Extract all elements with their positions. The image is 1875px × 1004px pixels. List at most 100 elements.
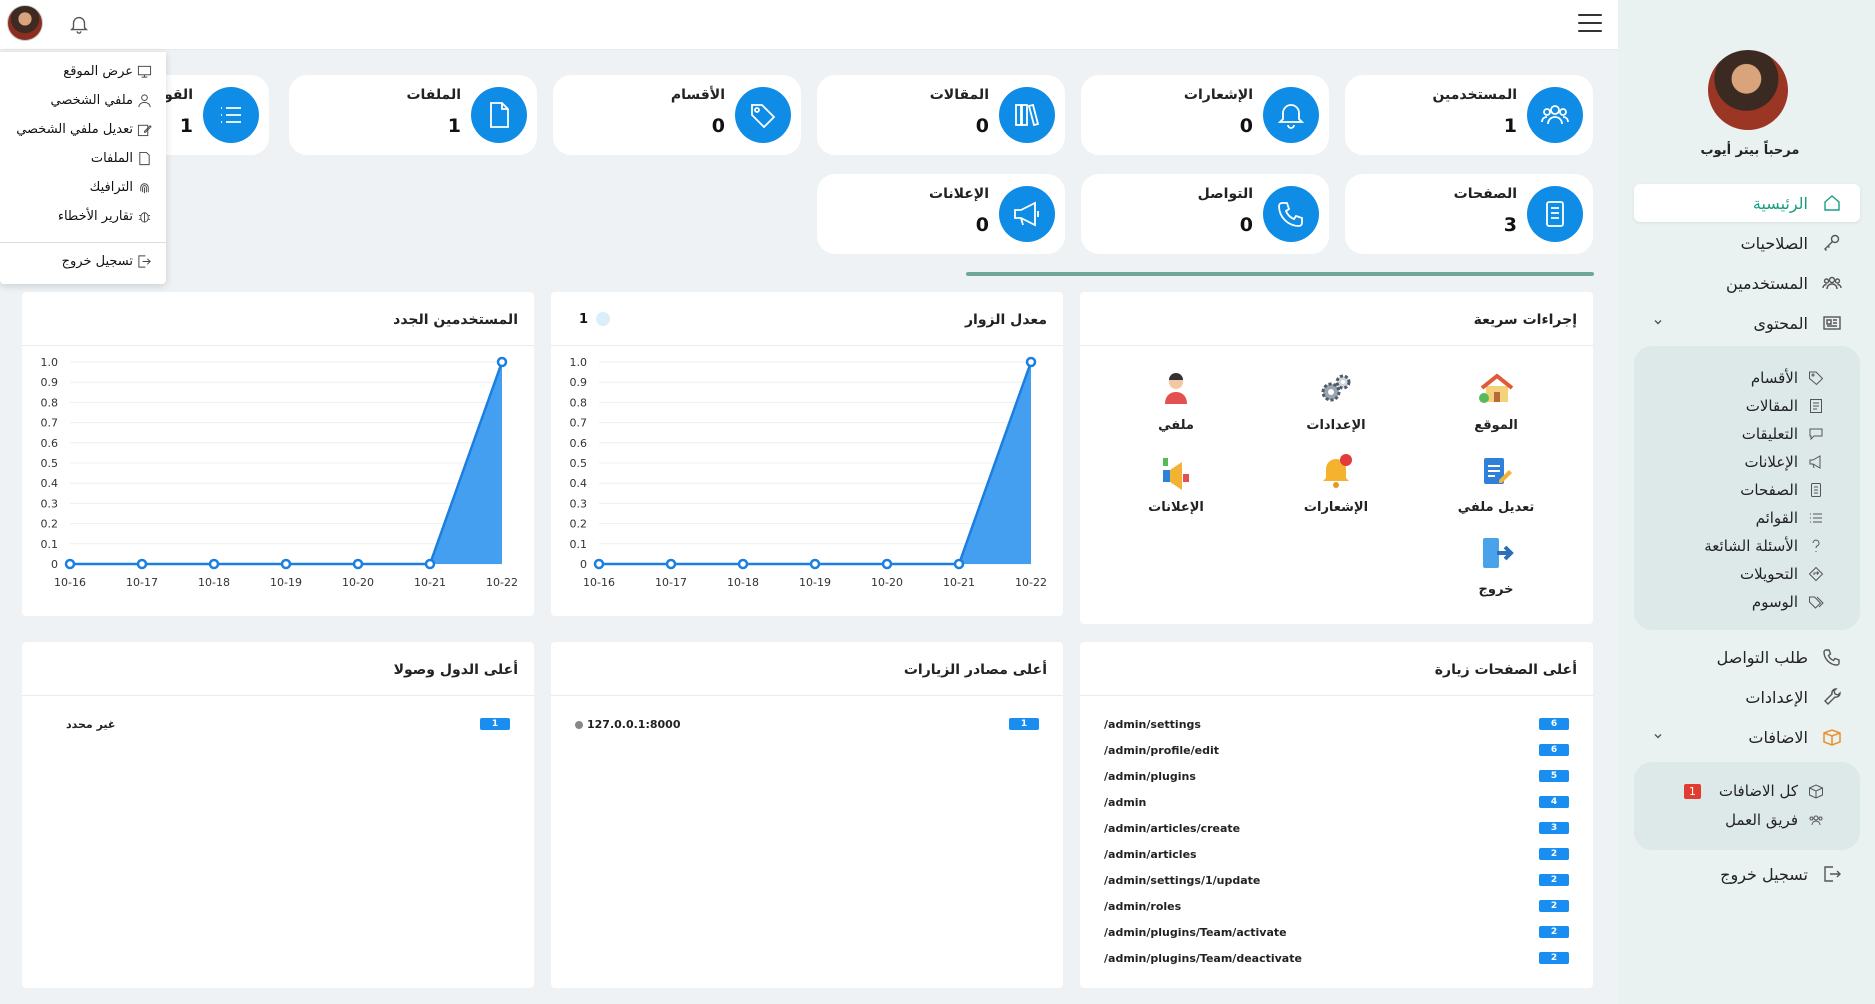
menu-error-reports[interactable]: تقارير الأخطاء [58,209,152,224]
count-badge: 3 [1539,822,1569,834]
user-avatar[interactable] [7,5,43,41]
sidebar-item-label: المقالات [1745,397,1798,415]
house-icon [1479,373,1514,403]
panel-title: أعلى مصادر الزيارات [903,662,1047,678]
pages-icon [1811,483,1821,497]
stat-card-articles[interactable]: المقالات 0 [817,75,1065,155]
plugins-submenu [1634,762,1860,850]
file-icon [490,102,509,128]
y-tick-label: 1.0 [41,356,59,369]
sidebar-item-users[interactable]: المستخدمين [1634,264,1860,302]
stat-title: المستخدمين [1432,87,1517,103]
menu-files[interactable]: الملفات [91,151,152,166]
quick-action-site[interactable]: الموقع [1446,368,1546,433]
sidebar-sub-articles[interactable]: المقالات [1634,393,1860,419]
page-path: /admin [1104,795,1147,809]
top-countries-panel: أعلى الدول وصولا غير محدد 1 [22,642,534,988]
quick-action-label: خروج [1478,582,1514,597]
redirect-icon [1808,566,1824,582]
sidebar-sub-comments[interactable]: التعليقات [1634,421,1860,447]
data-point [737,558,749,570]
menu-view-site[interactable]: عرض الموقع [63,64,152,79]
page-path: /admin/plugins [1104,769,1196,783]
quick-action-label: الإشعارات [1303,500,1369,515]
sidebar-item-content[interactable]: المحتوى [1634,304,1860,342]
y-tick-label: 0.4 [41,477,59,490]
profile-avatar [1708,50,1788,130]
sidebar-item-roles[interactable]: الصلاحيات [1634,224,1860,262]
quick-action-edit-profile[interactable]: تعديل ملفي [1446,450,1546,515]
y-tick-label: 0 [580,558,587,571]
count-badge: 2 [1539,874,1569,886]
key-icon [1824,234,1840,251]
list-icon [1810,513,1822,523]
chevron-down-icon [1654,734,1662,739]
data-point [665,558,677,570]
x-tick-label: 10-22 [1015,576,1047,589]
sidebar-sub-redirects[interactable]: التحويلات [1634,561,1860,587]
stat-value: 1 [447,115,461,137]
stat-card-files[interactable]: الملفات 1 [289,75,537,155]
count-badge: 6 [1539,718,1569,730]
page-path: /admin/plugins/Team/deactivate [1104,951,1302,965]
panel-title: أعلى الدول وصولا [393,662,518,678]
box-icon [1809,784,1823,799]
sidebar-sub-menus[interactable]: القوائم [1634,505,1860,531]
country-label: غير محدد [66,717,116,731]
link-icon [575,720,583,729]
newspaper-icon [1823,316,1841,330]
sidebar-item-contact[interactable]: طلب التواصل [1634,638,1860,676]
stat-card-pages[interactable]: الصفحات 3 [1345,174,1593,254]
menu-my-profile[interactable]: ملفي الشخصي [51,93,152,108]
sidebar-item-settings[interactable]: الإعدادات [1634,678,1860,716]
table-row: /admin/plugins 5 [1104,764,1569,788]
menu-logout[interactable]: تسجيل خروج [62,254,152,269]
bell-icon[interactable] [68,12,90,36]
panel-title: أعلى الصفحات زيارة [1434,662,1577,678]
quick-action-exit[interactable]: خروج [1446,532,1546,597]
sidebar-sub-team[interactable]: فريق العمل [1634,807,1860,833]
quick-action-profile[interactable]: ملفي [1126,368,1226,433]
sidebar-sub-tags[interactable]: الوسوم [1634,589,1860,615]
table-row: 127.0.0.1:8000 1 [575,712,1039,736]
bug-icon [138,212,151,223]
page-path: /admin/profile/edit [1104,743,1220,757]
menu-traffic[interactable]: الترافيك [90,180,152,195]
sidebar-sub-ads[interactable]: الإعلانات [1634,449,1860,475]
stat-card-contact[interactable]: التواصل 0 [1081,174,1329,254]
sidebar-item-label: الصفحات [1740,481,1798,499]
page-path: /admin/roles [1104,899,1182,913]
question-icon [1812,539,1820,552]
tag-icon [1809,371,1824,386]
stat-card-notifications[interactable]: الإشعارات 0 [1081,75,1329,155]
stat-value: 3 [1503,214,1517,236]
menu-edit-profile[interactable]: تعديل ملفي الشخصي [16,122,152,137]
welcome-text: مرحباً بيتر أيوب [1700,143,1800,158]
sidebar-item-plugins[interactable]: الاضافات [1634,718,1860,756]
tag-icon [751,104,776,129]
stat-value: 0 [975,214,989,236]
menu-toggle-button[interactable] [1578,14,1602,34]
sidebar-item-home[interactable]: الرئيسية [1634,184,1860,222]
y-tick-label: 0 [51,558,58,571]
edit-profile-icon [1484,458,1512,484]
count-badge: 1 [1009,718,1039,730]
sidebar-sub-faq[interactable]: الأسئلة الشائعة [1634,533,1860,559]
sidebar-item-logout[interactable]: تسجيل خروج [1634,855,1860,893]
sidebar-item-label: الوسوم [1751,593,1798,611]
table-row: /admin/articles 2 [1104,842,1569,866]
stat-card-ads[interactable]: الإعلانات 0 [817,174,1065,254]
x-tick-label: 10-20 [342,576,374,589]
sidebar-sub-categories[interactable]: الأقسام [1634,365,1860,391]
stat-value: 1 [179,115,193,137]
quick-action-settings[interactable]: الإعدادات [1286,368,1386,433]
data-point [424,558,436,570]
sidebar-item-label: الأسئلة الشائعة [1704,537,1798,555]
stat-title: المقالات [929,87,989,103]
sidebar-sub-all-plugins[interactable]: 1 كل الاضافات [1634,778,1860,804]
sidebar-sub-pages[interactable]: الصفحات [1634,477,1860,503]
quick-action-ads[interactable]: الإعلانات [1126,450,1226,515]
stat-card-users[interactable]: المستخدمين 1 [1345,75,1593,155]
stat-card-categories[interactable]: الأقسام 0 [553,75,801,155]
quick-action-notifications[interactable]: الإشعارات [1286,450,1386,515]
